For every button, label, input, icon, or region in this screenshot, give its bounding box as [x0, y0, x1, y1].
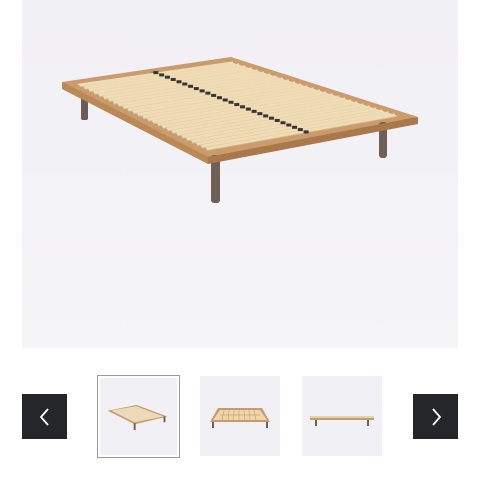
- slat-holder: [263, 114, 269, 118]
- slat-holder: [292, 125, 298, 129]
- bed-frame-angled-thumbnail: [100, 378, 177, 455]
- slat-holder: [257, 112, 263, 116]
- bed-frame-image: [62, 57, 418, 203]
- chevron-right-icon: [431, 407, 441, 426]
- slat-holder: [245, 107, 251, 111]
- slat-holder: [240, 105, 246, 109]
- previous-image-button[interactable]: [22, 394, 67, 439]
- slat-holder: [222, 98, 228, 102]
- thumbnail-top-view[interactable]: [200, 376, 280, 456]
- product-image-gallery: [0, 0, 480, 480]
- slat-holder: [188, 84, 194, 88]
- slat-holder: [216, 96, 222, 100]
- slat-holder: [286, 123, 292, 127]
- slat-holder: [280, 121, 286, 125]
- slat-holder: [274, 118, 280, 122]
- slat-holder: [159, 73, 165, 77]
- bed-frame-side-thumbnail: [302, 376, 382, 456]
- next-image-button[interactable]: [413, 394, 458, 439]
- slat-holder: [234, 103, 240, 107]
- chevron-left-icon: [39, 407, 49, 426]
- slat-holder: [297, 128, 303, 132]
- slat-holder: [176, 80, 182, 84]
- thumbnail-side-view[interactable]: [302, 376, 382, 456]
- bed-frame-top-thumbnail: [200, 376, 280, 456]
- slat-holder: [164, 75, 170, 79]
- thumbnail-strip: [0, 372, 480, 460]
- slat-holder: [193, 87, 199, 91]
- thumbnail-angled-view[interactable]: [97, 375, 180, 458]
- slat-holder: [153, 71, 159, 75]
- slat-holder: [228, 100, 234, 104]
- slat-holder: [170, 77, 176, 81]
- slat-holder: [205, 91, 211, 95]
- slat-holder: [199, 89, 205, 93]
- main-product-image: [22, 0, 458, 348]
- slat-holder: [182, 82, 188, 86]
- slat-holder: [303, 130, 309, 134]
- slat-holder: [251, 109, 257, 113]
- slat-holder: [211, 93, 217, 97]
- slat-holder: [268, 116, 274, 120]
